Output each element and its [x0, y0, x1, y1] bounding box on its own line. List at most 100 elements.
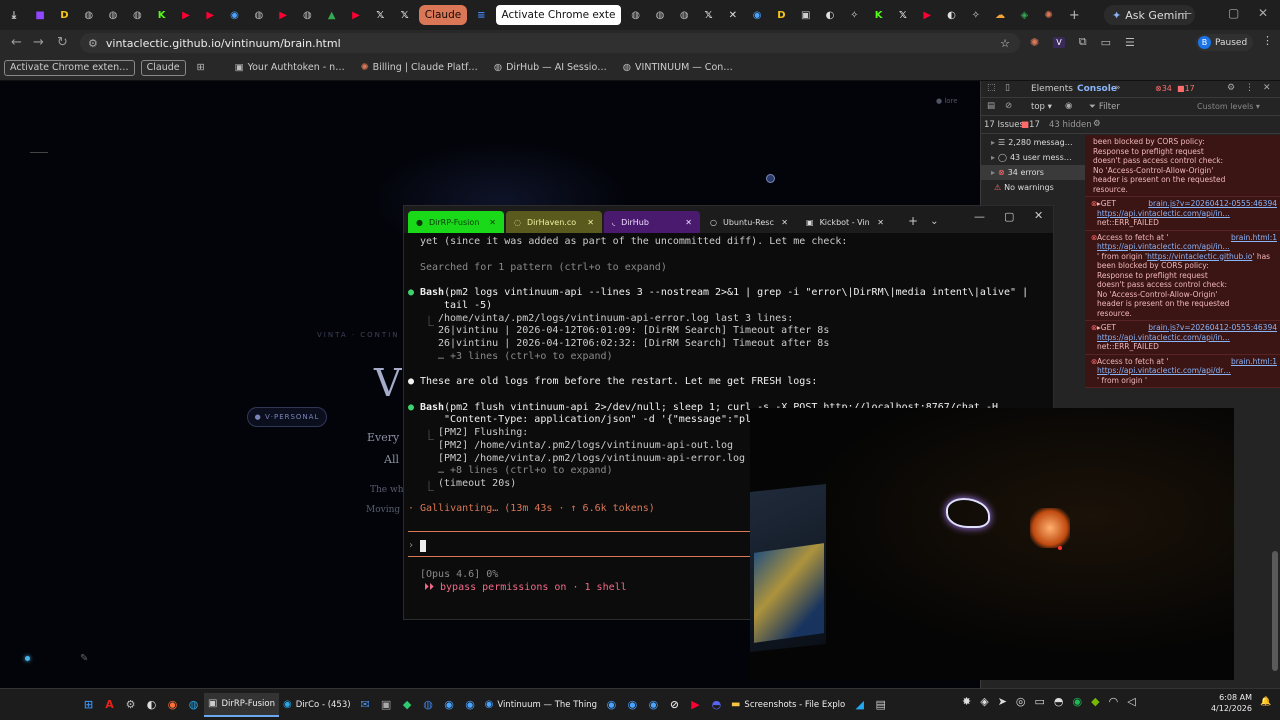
browser-tab[interactable]: 𝕏: [368, 4, 392, 26]
discord-tray-icon[interactable]: ◓: [1054, 695, 1064, 708]
terminal-tab[interactable]: ◟ DirHub ✕: [604, 211, 700, 233]
terminal-dropdown-icon[interactable]: ⌄: [930, 216, 938, 227]
browser-tab[interactable]: ■: [28, 4, 52, 26]
browser-tab[interactable]: ▶: [271, 4, 295, 26]
source-link[interactable]: brain.js?v=20260412-0555:46394: [1148, 199, 1277, 209]
eye-icon[interactable]: ◉: [1065, 101, 1072, 111]
browser-tab[interactable]: 𝕏: [696, 4, 720, 26]
browser-tab[interactable]: ⤓: [0, 4, 28, 26]
bookmark-item[interactable]: ✺ Billing | Claude Platf…: [356, 60, 483, 76]
telegram-icon[interactable]: ➤: [998, 695, 1007, 708]
bookmark-item[interactable]: ◍ VINTINUUM — Con…: [618, 60, 738, 76]
taskbar-icon-button[interactable]: A: [99, 693, 120, 717]
taskbar-icon-button[interactable]: ⊞: [78, 693, 99, 717]
terminal-tab[interactable]: ● DirRP-Fusion ✕: [408, 211, 504, 233]
browser-tab[interactable]: ◍: [101, 4, 125, 26]
taskbar-app[interactable]: ◉ DirCo - (453): [279, 693, 355, 717]
origin-link[interactable]: https://vintaclectic.github.io: [1147, 252, 1252, 261]
reload-icon[interactable]: ↻: [57, 35, 68, 50]
context-select[interactable]: top ▾: [1031, 102, 1052, 112]
source-link[interactable]: brain.html:1: [1231, 357, 1277, 367]
tab-elements[interactable]: Elements: [1031, 84, 1073, 94]
inspect-icon[interactable]: ⬚: [987, 83, 996, 93]
browser-tab[interactable]: ◉: [222, 4, 246, 26]
more-tabs-icon[interactable]: »: [1115, 83, 1121, 93]
taskbar-icon-button[interactable]: ▤: [870, 693, 891, 717]
browser-tab[interactable]: ◐: [939, 4, 963, 26]
browser-tab[interactable]: ◉: [745, 4, 769, 26]
source-link[interactable]: brain.html:1: [1231, 233, 1277, 243]
address-bar[interactable]: ⚙ vintaclectic.github.io/vintinuum/brain…: [80, 33, 1020, 53]
terminal-tab[interactable]: ○ Ubuntu-Resc ✕: [702, 211, 796, 233]
taskbar-icon-button[interactable]: ◓: [706, 693, 727, 717]
terminal-tab[interactable]: ◌ DirHaven.co ✕: [506, 211, 602, 233]
request-url-link[interactable]: https://api.vintaclectic.com/api/in…: [1097, 209, 1277, 219]
tab-close-icon[interactable]: ✕: [685, 218, 692, 227]
browser-tab[interactable]: ▣: [794, 4, 818, 26]
obs-icon[interactable]: ◎: [1016, 695, 1026, 708]
sidebar-toggle-icon[interactable]: ▤: [987, 101, 995, 111]
taskbar-icon-button[interactable]: ✉: [355, 693, 376, 717]
browser-tab[interactable]: ◍: [247, 4, 271, 26]
taskbar-icon-button[interactable]: ▶: [685, 693, 706, 717]
terminal-maximize-icon[interactable]: ▢: [1004, 210, 1014, 223]
tab-close-icon[interactable]: ✕: [587, 218, 594, 227]
tab-console[interactable]: Console: [1077, 84, 1117, 94]
taskbar-icon-button[interactable]: ⚙: [120, 693, 141, 717]
prompt-input[interactable]: [420, 540, 426, 552]
menu-kebab-icon[interactable]: ⋮: [1262, 34, 1273, 47]
spotify-icon[interactable]: ◉: [1073, 695, 1083, 708]
browser-tab[interactable]: ▲: [320, 4, 344, 26]
minimize-icon[interactable]: —: [1180, 6, 1192, 20]
browser-tab[interactable]: ◍: [623, 4, 647, 26]
browser-tab[interactable]: ▶: [198, 4, 222, 26]
browser-tab[interactable]: Activate Chrome exte: [495, 5, 622, 25]
bookmark-item[interactable]: ⊞: [192, 60, 210, 76]
forward-arrow-icon[interactable]: →: [33, 35, 44, 50]
maximize-icon[interactable]: ▢: [1228, 6, 1239, 20]
source-link[interactable]: brain.js?v=20260412-0555:46394: [1148, 323, 1277, 333]
taskbar-icon-button[interactable]: ◆: [397, 693, 418, 717]
browser-tab[interactable]: ◍: [672, 4, 696, 26]
taskbar-app[interactable]: ◉ Vintinuum — The Thing: [481, 693, 601, 717]
tab-close-icon[interactable]: ✕: [781, 218, 788, 227]
browser-tab[interactable]: 𝕏: [392, 4, 416, 26]
taskbar-icon-button[interactable]: ◉: [439, 693, 460, 717]
browser-tab[interactable]: D: [52, 4, 76, 26]
site-info-icon[interactable]: ⚙: [88, 37, 98, 50]
profile-paused-chip[interactable]: B Paused: [1196, 34, 1254, 51]
close-window-icon[interactable]: ✕: [1258, 6, 1268, 20]
tab-close-icon[interactable]: ✕: [489, 218, 496, 227]
terminal-minimize-icon[interactable]: —: [974, 210, 985, 223]
browser-tab[interactable]: ≡: [469, 4, 493, 26]
log-levels-select[interactable]: Custom levels ▾: [1197, 102, 1260, 111]
console-scroll-thumb[interactable]: [1272, 551, 1278, 671]
bookmark-item[interactable]: Claude: [140, 59, 186, 76]
request-url-link[interactable]: https://api.vintaclectic.com/api/in…: [1097, 242, 1277, 252]
taskbar-icon-button[interactable]: ◉: [622, 693, 643, 717]
devtools-menu-icon[interactable]: ⋮: [1245, 83, 1254, 93]
devtools-settings-icon[interactable]: ⚙: [1227, 83, 1235, 93]
taskbar-icon-button[interactable]: ◉: [162, 693, 183, 717]
notification-bell-icon[interactable]: 🔔: [1260, 697, 1271, 707]
new-tab-button[interactable]: +: [1069, 8, 1080, 23]
taskbar-icon-button[interactable]: ◉: [601, 693, 622, 717]
extensions-puzzle-icon[interactable]: ⧉: [1079, 35, 1087, 49]
device-toggle-icon[interactable]: ▯: [1005, 83, 1010, 93]
browser-tab[interactable]: ✧: [842, 4, 866, 26]
browser-tab[interactable]: 𝕏: [891, 4, 915, 26]
taskbar-icon-button[interactable]: ⊘: [664, 693, 685, 717]
browser-tab[interactable]: ▶: [915, 4, 939, 26]
browser-tab[interactable]: ◍: [77, 4, 101, 26]
taskbar-icon-button[interactable]: ◍: [418, 693, 439, 717]
corner-tag[interactable]: ● lore: [936, 97, 958, 105]
volume-icon[interactable]: ◁: [1127, 695, 1135, 708]
taskbar-icon-button[interactable]: ◉: [460, 693, 481, 717]
browser-tab[interactable]: ◈: [1012, 4, 1036, 26]
terminal-tab[interactable]: ▣ Kickbot - Vin ✕: [798, 211, 892, 233]
browser-tab[interactable]: Claude: [418, 5, 468, 25]
filter-input[interactable]: ⏷ Filter: [1089, 100, 1189, 113]
console-settings-icon[interactable]: ⚙: [1093, 119, 1101, 129]
console-sidebar-item[interactable]: ▸ ☰ 2,280 messag…: [981, 135, 1085, 150]
shield-tray-icon[interactable]: ◈: [980, 695, 988, 708]
